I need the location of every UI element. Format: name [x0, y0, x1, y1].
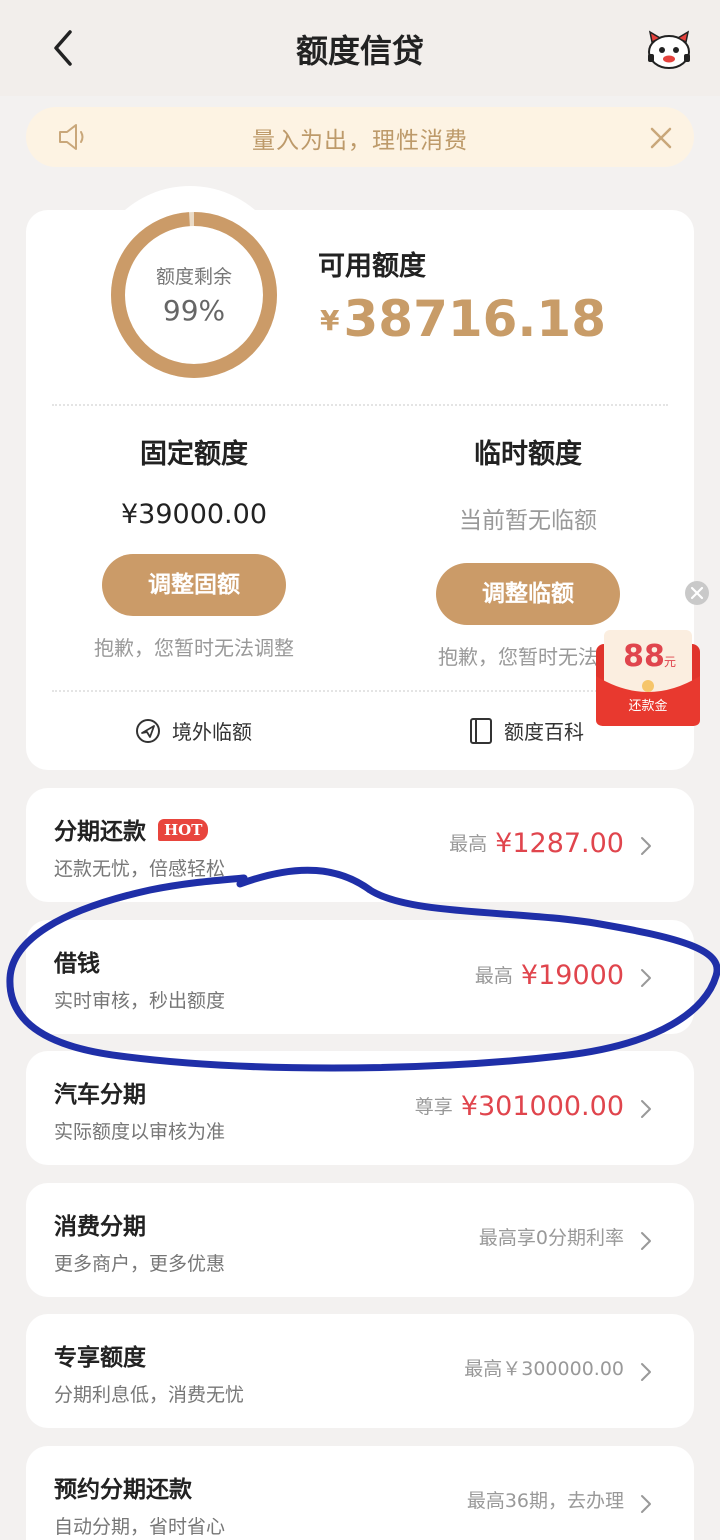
item-title: 专享额度 — [54, 1345, 146, 1371]
item-right-text: 尊享 ¥301000.00 — [415, 1091, 624, 1122]
list-item-consumer-installment[interactable]: 消费分期 更多商户，更多优惠 最高享0分期利率 — [26, 1183, 694, 1297]
item-right-text: 最高￥300000.00 — [464, 1354, 624, 1381]
item-title: 借钱 — [54, 951, 100, 977]
item-title: 分期还款 HOT — [54, 812, 209, 846]
list-item-car-installment[interactable]: 汽车分期 实际额度以审核为准 尊享 ¥301000.00 — [26, 1051, 694, 1165]
item-title-text: 分期还款 — [54, 819, 146, 845]
ring-label: 额度剩余 — [155, 266, 232, 288]
chevron-right-icon — [641, 1495, 651, 1513]
list-item-installment-repay[interactable]: 分期还款 HOT 还款无忧，倍感轻松 最高 ¥1287.00 — [26, 788, 694, 902]
chevron-right-icon — [641, 1363, 651, 1381]
item-prefix: 最高享0分期利率 — [478, 1227, 624, 1249]
red-packet-amount: 88 — [623, 639, 665, 674]
fixed-quota-section: 固定额度 ¥39000.00 调整固额 抱歉，您暂时无法调整 — [44, 432, 344, 661]
item-prefix: 最高 — [474, 965, 513, 987]
item-amount: ¥301000.00 — [460, 1091, 624, 1122]
item-right-text: 最高 ¥1287.00 — [449, 828, 624, 859]
chevron-right-icon — [641, 969, 651, 987]
close-icon[interactable] — [647, 124, 675, 152]
item-subtitle: 还款无忧，倍感轻松 — [54, 858, 226, 880]
chevron-right-icon — [641, 1232, 651, 1250]
item-subtitle: 实时审核，秒出额度 — [54, 990, 226, 1012]
item-prefix: 最高36期，去办理 — [466, 1490, 624, 1512]
item-subtitle: 实际额度以审核为准 — [54, 1121, 226, 1143]
divider — [52, 690, 668, 692]
item-subtitle: 分期利息低，消费无忧 — [54, 1384, 245, 1406]
top-bar: 额度信贷 — [0, 0, 720, 96]
item-subtitle: 更多商户，更多优惠 — [54, 1253, 226, 1275]
temporary-quota-title: 临时额度 — [474, 439, 582, 470]
list-item-borrow[interactable]: 借钱 实时审核，秒出额度 最高 ¥19000 — [26, 920, 694, 1034]
mascot-icon[interactable] — [646, 28, 692, 70]
divider — [52, 404, 668, 406]
list-item-scheduled-installment[interactable]: 预约分期还款 自动分期，省时省心 最高36期，去办理 — [26, 1446, 694, 1540]
fixed-quota-title: 固定额度 — [140, 439, 248, 470]
adjust-fixed-button[interactable]: 调整固额 — [102, 554, 286, 616]
item-prefix: 最高￥300000.00 — [464, 1358, 624, 1380]
item-right-text: 最高36期，去办理 — [467, 1486, 624, 1513]
item-right-text: 最高享0分期利率 — [479, 1223, 624, 1250]
book-icon — [470, 717, 492, 744]
ring-percent: 99% — [162, 294, 226, 327]
item-prefix: 最高 — [449, 833, 488, 855]
item-right-text: 最高 ¥19000 — [475, 960, 624, 991]
chevron-right-icon — [641, 837, 651, 855]
item-amount: ¥1287.00 — [495, 828, 624, 859]
fixed-quota-note: 抱歉，您暂时无法调整 — [94, 636, 294, 660]
quota-wiki-label: 额度百科 — [504, 720, 584, 744]
notice-text: 量入为出，理性消费 — [252, 128, 468, 154]
chevron-right-icon — [641, 1100, 651, 1118]
item-amount: ¥19000 — [520, 960, 624, 991]
available-amount: ¥38716.18 — [320, 290, 606, 348]
temporary-quota-value: 当前暂无临额 — [459, 508, 597, 534]
fixed-quota-value: ¥39000.00 — [120, 499, 267, 530]
page-title: 额度信贷 — [295, 32, 424, 70]
globe-plane-icon — [136, 718, 160, 743]
list-item-exclusive-quota[interactable]: 专享额度 分期利息低，消费无忧 最高￥300000.00 — [26, 1314, 694, 1428]
item-title: 预约分期还款 — [54, 1477, 192, 1503]
adjust-temporary-button[interactable]: 调整临额 — [436, 563, 620, 625]
red-packet-unit: 元 — [664, 655, 676, 669]
item-subtitle: 自动分期，省时省心 — [54, 1516, 226, 1538]
quota-wiki-link[interactable]: 额度百科 — [468, 716, 584, 745]
hot-badge: HOT — [158, 819, 209, 841]
available-label: 可用额度 — [318, 251, 426, 282]
red-packet-label: 还款金 — [628, 698, 667, 714]
available-amount-value: 38716.18 — [343, 290, 607, 348]
item-prefix: 尊享 — [414, 1096, 453, 1118]
red-packet-widget[interactable]: 88 元 还款金 — [596, 630, 700, 726]
close-icon[interactable] — [684, 580, 710, 606]
notice-banner: 量入为出，理性消费 — [26, 107, 694, 167]
currency-symbol: ¥ — [320, 304, 340, 337]
item-title: 汽车分期 — [54, 1082, 146, 1108]
overseas-quota-link[interactable]: 境外临额 — [134, 716, 252, 745]
item-title: 消费分期 — [54, 1214, 146, 1240]
overseas-quota-label: 境外临额 — [172, 720, 252, 744]
